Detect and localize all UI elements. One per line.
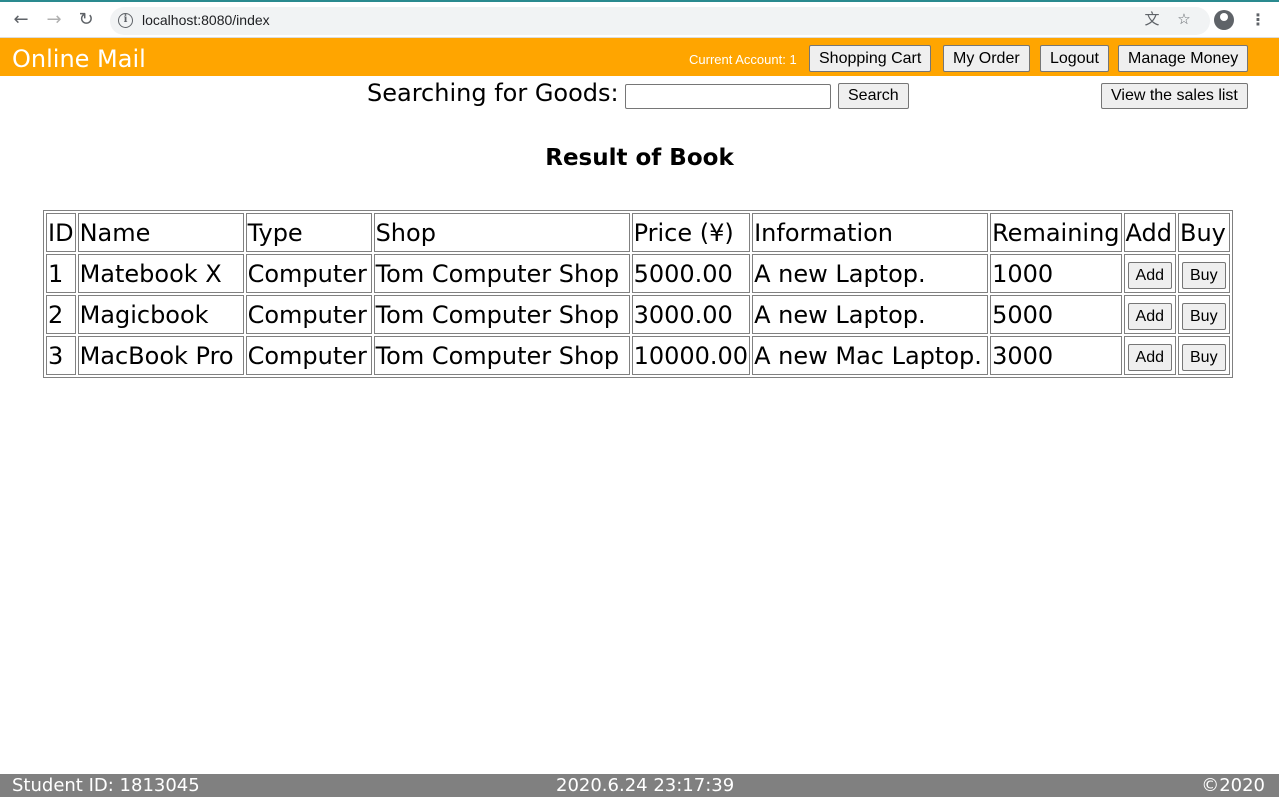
add-to-cart-button[interactable]: Add xyxy=(1127,262,1172,289)
cell-remaining: 5000 xyxy=(990,295,1122,334)
cell-add: Add xyxy=(1123,295,1176,334)
site-footer: Student ID: 1813045 2020.6.24 23:17:39 ©… xyxy=(0,774,1279,797)
search-input[interactable] xyxy=(625,84,831,109)
table-row: 3 MacBook Pro Computer Tom Computer Shop… xyxy=(46,336,1230,375)
cell-id: 2 xyxy=(46,295,76,334)
back-arrow-icon[interactable]: ← xyxy=(10,9,32,31)
cell-price: 10000.00 xyxy=(631,336,751,375)
search-label: Searching for Goods: xyxy=(367,79,619,107)
cell-shop: Tom Computer Shop xyxy=(373,336,630,375)
cell-shop: Tom Computer Shop xyxy=(373,254,630,293)
footer-datetime: 2020.6.24 23:17:39 xyxy=(556,775,735,796)
result-title: Result of Book xyxy=(545,145,734,171)
column-header-information: Information xyxy=(752,213,989,252)
view-sales-list-button[interactable]: View the sales list xyxy=(1101,83,1248,109)
address-url[interactable]: localhost:8080/index xyxy=(142,12,270,28)
site-brand: Online Mail xyxy=(12,45,146,73)
site-info-icon[interactable]: i xyxy=(118,13,133,28)
cell-buy: Buy xyxy=(1178,336,1230,375)
reload-icon[interactable]: ↻ xyxy=(75,9,97,31)
cell-buy: Buy xyxy=(1178,295,1230,334)
forward-arrow-icon[interactable]: → xyxy=(43,9,65,31)
cell-name: MacBook Pro xyxy=(77,336,244,375)
cell-buy: Buy xyxy=(1178,254,1230,293)
cell-type: Computer xyxy=(245,336,372,375)
site-header: Online Mail Current Account: 1 Shopping … xyxy=(0,38,1279,76)
column-header-buy: Buy xyxy=(1178,213,1230,252)
cell-price: 5000.00 xyxy=(631,254,751,293)
cell-name: Magicbook xyxy=(77,295,244,334)
logout-button[interactable]: Logout xyxy=(1040,45,1109,72)
current-account-label: Current Account: 1 xyxy=(689,52,797,67)
cell-type: Computer xyxy=(245,254,372,293)
goods-table: ID Name Type Shop Price (¥) Information … xyxy=(43,210,1233,378)
column-header-shop: Shop xyxy=(373,213,630,252)
add-to-cart-button[interactable]: Add xyxy=(1127,344,1172,371)
my-order-button[interactable]: My Order xyxy=(943,45,1030,72)
cell-name: Matebook X xyxy=(77,254,244,293)
table-header-row: ID Name Type Shop Price (¥) Information … xyxy=(46,213,1230,252)
cell-id: 1 xyxy=(46,254,76,293)
student-id: Student ID: 1813045 xyxy=(12,775,200,796)
column-header-add: Add xyxy=(1123,213,1176,252)
column-header-id: ID xyxy=(46,213,76,252)
manage-money-button[interactable]: Manage Money xyxy=(1118,45,1249,72)
add-to-cart-button[interactable]: Add xyxy=(1127,303,1172,330)
cell-information: A new Laptop. xyxy=(752,295,989,334)
footer-copyright: ©2020 xyxy=(1201,775,1265,796)
browser-menu-icon[interactable]: ⋮ xyxy=(1250,10,1266,30)
cell-remaining: 3000 xyxy=(990,336,1122,375)
shopping-cart-button[interactable]: Shopping Cart xyxy=(809,45,932,72)
buy-button[interactable]: Buy xyxy=(1182,344,1226,371)
address-bar[interactable]: i localhost:8080/index xyxy=(110,7,1210,35)
cell-add: Add xyxy=(1123,336,1176,375)
table-row: 2 Magicbook Computer Tom Computer Shop 3… xyxy=(46,295,1230,334)
cell-information: A new Laptop. xyxy=(752,254,989,293)
search-button[interactable]: Search xyxy=(838,83,909,109)
browser-toolbar: ← → ↻ i localhost:8080/index 文 ☆ ⋮ xyxy=(0,0,1279,38)
cell-type: Computer xyxy=(245,295,372,334)
profile-icon[interactable] xyxy=(1214,10,1234,30)
column-header-price: Price (¥) xyxy=(631,213,751,252)
table-row: 1 Matebook X Computer Tom Computer Shop … xyxy=(46,254,1230,293)
column-header-remaining: Remaining xyxy=(990,213,1122,252)
cell-remaining: 1000 xyxy=(990,254,1122,293)
cell-shop: Tom Computer Shop xyxy=(373,295,630,334)
column-header-name: Name xyxy=(77,213,244,252)
column-header-type: Type xyxy=(245,213,372,252)
buy-button[interactable]: Buy xyxy=(1182,303,1226,330)
cell-price: 3000.00 xyxy=(631,295,751,334)
cell-id: 3 xyxy=(46,336,76,375)
translate-icon[interactable]: 文 xyxy=(1142,9,1162,29)
bookmark-star-icon[interactable]: ☆ xyxy=(1174,9,1194,29)
buy-button[interactable]: Buy xyxy=(1182,262,1226,289)
cell-information: A new Mac Laptop. xyxy=(752,336,989,375)
cell-add: Add xyxy=(1123,254,1176,293)
